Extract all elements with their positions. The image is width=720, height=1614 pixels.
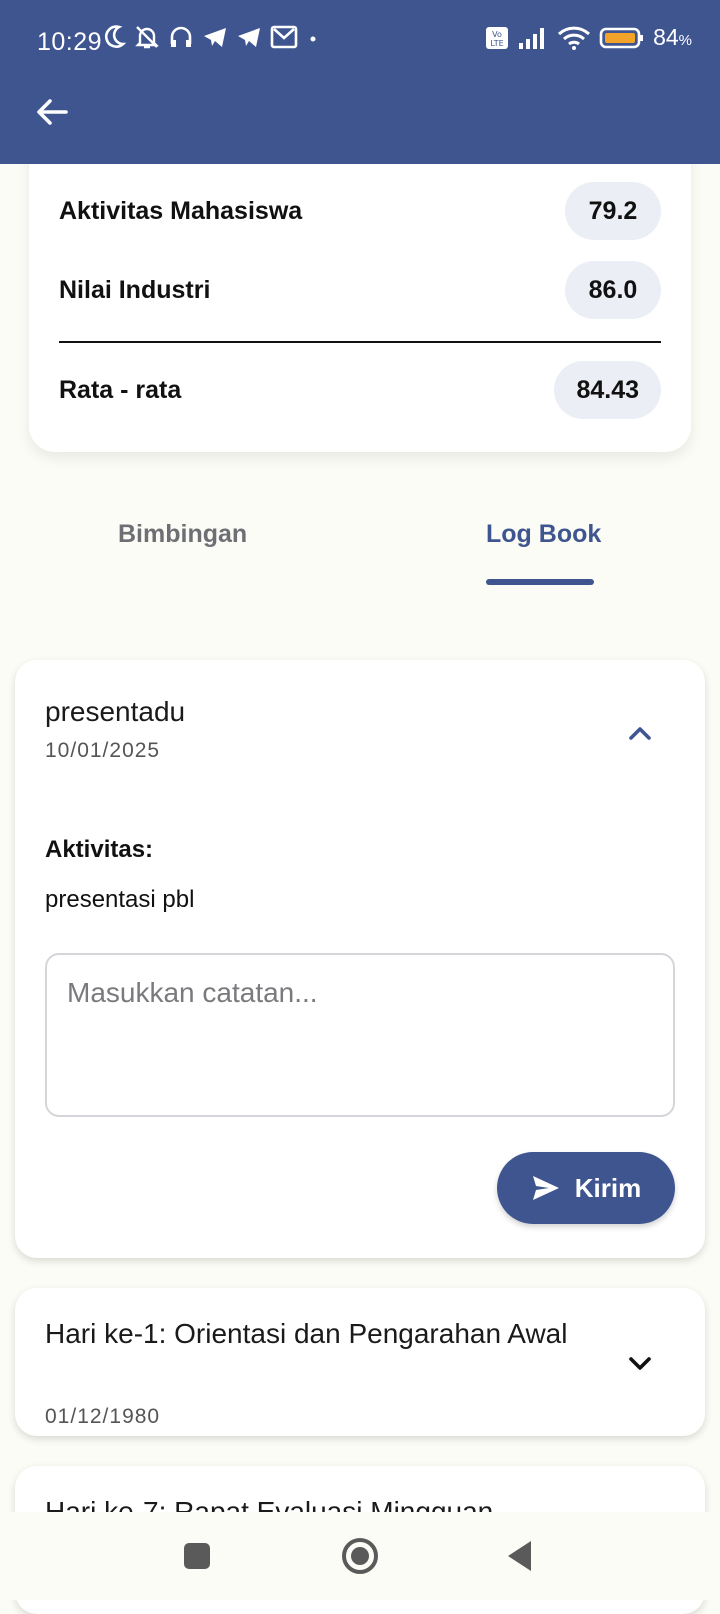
average-value: 84.43 — [554, 361, 661, 419]
app-bar: 10:29 Vo LTE 84% — [0, 0, 720, 164]
arrow-left-icon[interactable] — [32, 92, 72, 132]
telegram-icon — [204, 28, 226, 47]
system-icons: Vo LTE 84% — [485, 24, 692, 51]
back-nav-icon[interactable] — [505, 1534, 533, 1578]
score-label: Aktivitas Mahasiswa — [59, 196, 303, 225]
activity-label: Aktivitas: — [45, 836, 154, 863]
tab-log-book[interactable]: Log Book — [486, 520, 601, 549]
status-time: 10:29 — [37, 28, 103, 56]
score-row-industri: Nilai Industri 86.0 — [59, 260, 661, 320]
score-row-average: Rata - rata 84.43 — [59, 360, 661, 420]
log-title: presentadu — [45, 696, 186, 727]
active-tab-indicator — [486, 579, 594, 585]
logbook-card-collapsed[interactable]: Hari ke-1: Orientasi dan Pengarahan Awal… — [15, 1288, 705, 1436]
score-value: 79.2 — [565, 182, 661, 240]
battery-percent: 84% — [653, 24, 692, 50]
score-value: 86.0 — [565, 261, 661, 319]
system-nav-bar — [0, 1512, 720, 1600]
volte-icon: VoLTE — [486, 26, 509, 49]
wifi-icon — [558, 26, 591, 50]
log-date: 10/01/2025 — [45, 739, 161, 762]
headset-icon — [170, 26, 192, 47]
score-summary-card: Aktivitas Mahasiswa 79.2 Nilai Industri … — [29, 120, 691, 452]
moon-icon — [104, 25, 126, 48]
gmail-icon — [270, 25, 298, 49]
logbook-card-expanded: presentadu 10/01/2025 Aktivitas: present… — [15, 660, 705, 1258]
activity-text: presentasi pbl — [45, 886, 195, 913]
svg-text:LTE: LTE — [490, 39, 503, 48]
home-icon[interactable] — [340, 1534, 380, 1578]
status-bar: 10:29 Vo LTE 84% — [0, 0, 720, 82]
chevron-down-icon[interactable] — [623, 1346, 657, 1380]
score-row-aktivitas: Aktivitas Mahasiswa 79.2 — [59, 181, 661, 241]
send-label: Kirim — [574, 1172, 642, 1203]
note-input[interactable] — [45, 953, 675, 1117]
chevron-up-icon[interactable] — [623, 716, 657, 750]
score-label: Nilai Industri — [59, 275, 211, 304]
log-title: Hari ke-1: Orientasi dan Pengarahan Awal — [45, 1318, 568, 1349]
send-icon — [532, 1176, 559, 1200]
signal-icon — [519, 27, 545, 49]
score-divider — [59, 341, 661, 343]
average-label: Rata - rata — [59, 375, 182, 404]
bell-off-icon — [135, 26, 159, 49]
dot-icon — [310, 36, 316, 42]
telegram-icon — [238, 28, 260, 47]
recents-icon[interactable] — [183, 1534, 211, 1578]
notification-icons — [104, 24, 320, 50]
tab-bimbingan[interactable]: Bimbingan — [118, 520, 247, 549]
svg-text:Vo: Vo — [492, 30, 502, 39]
battery-icon — [599, 27, 644, 48]
log-date: 01/12/1980 — [45, 1405, 161, 1428]
send-button[interactable]: Kirim — [497, 1152, 675, 1224]
